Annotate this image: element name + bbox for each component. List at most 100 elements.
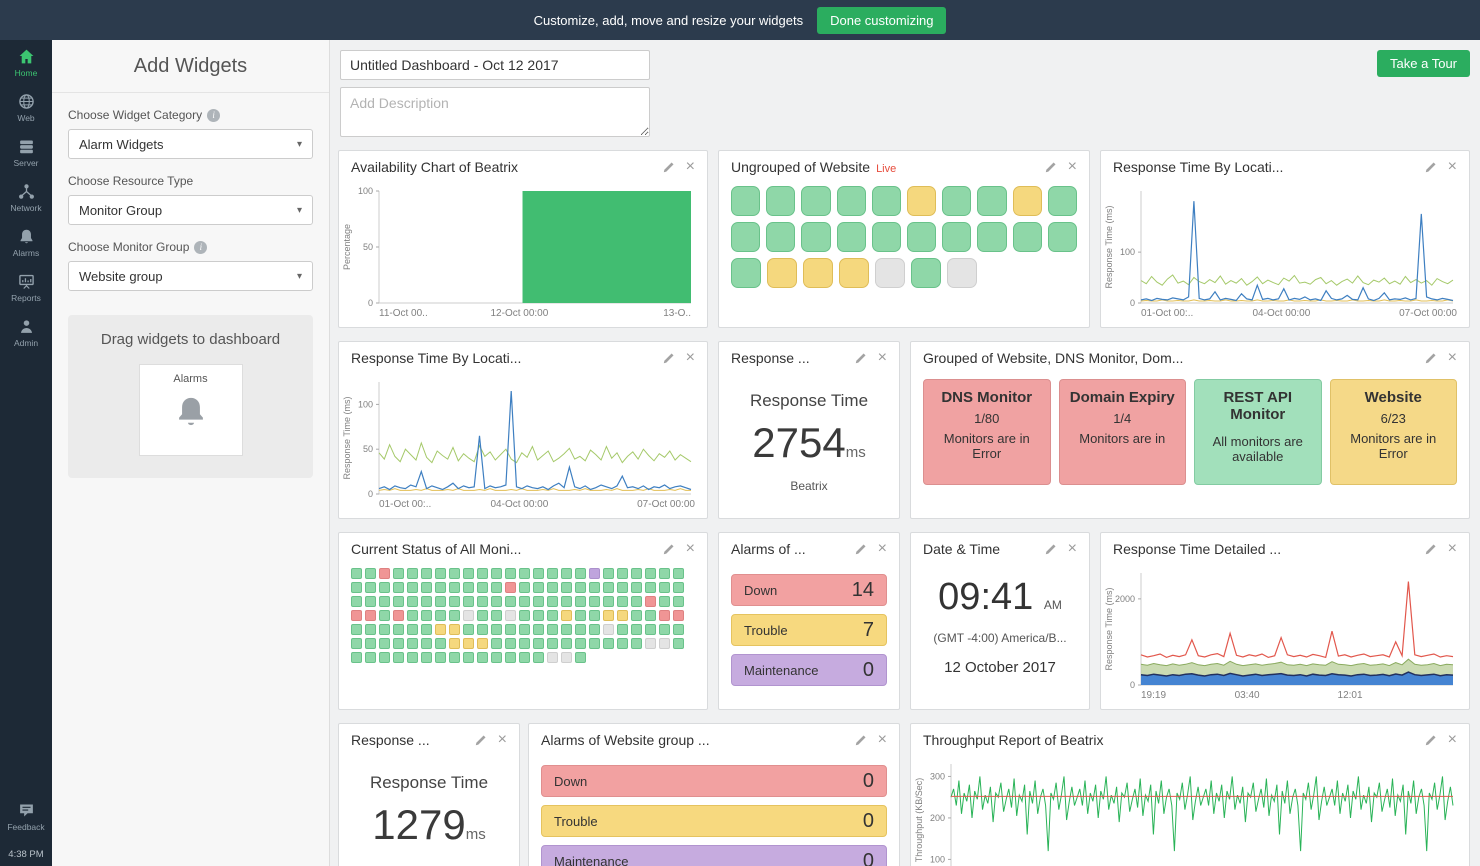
edit-widget-icon[interactable] (854, 734, 867, 747)
status-tile[interactable] (617, 638, 628, 649)
status-tile[interactable] (449, 582, 460, 593)
status-tile[interactable] (435, 610, 446, 621)
alarm-row-maintenance[interactable]: Maintenance 0 (541, 845, 887, 866)
sidebar-item-admin[interactable]: Admin (0, 310, 52, 355)
status-tile[interactable] (575, 610, 586, 621)
group-tile-rest-api-monitor[interactable]: REST API Monitor All monitors are availa… (1194, 379, 1322, 485)
status-tile[interactable] (547, 610, 558, 621)
alarm-row-down[interactable]: Down 0 (541, 765, 887, 797)
widget-response-time-by-location-1[interactable]: Response Time By Locati... × 0 100 Respons… (1100, 150, 1470, 328)
status-tile[interactable] (645, 638, 656, 649)
status-tile[interactable] (477, 652, 488, 663)
widget-response-time-by-location-2[interactable]: Response Time By Locati... × 0 50 100 Respo… (338, 341, 708, 519)
status-tile[interactable] (673, 568, 684, 579)
status-tile[interactable] (603, 596, 614, 607)
status-tile[interactable] (589, 582, 600, 593)
dashboard-description-input[interactable] (340, 87, 650, 137)
status-tile[interactable] (435, 638, 446, 649)
status-tile[interactable] (533, 596, 544, 607)
status-tile[interactable] (379, 596, 390, 607)
status-tile[interactable] (766, 222, 796, 252)
status-tile[interactable] (491, 638, 502, 649)
sidebar-item-alarms[interactable]: Alarms (0, 220, 52, 265)
widget-category-select[interactable]: Alarm Widgets ▾ (68, 129, 313, 159)
close-widget-icon[interactable]: × (1448, 159, 1457, 175)
status-tile[interactable] (839, 258, 869, 288)
status-tile[interactable] (561, 624, 572, 635)
status-tile[interactable] (617, 582, 628, 593)
close-widget-icon[interactable]: × (1068, 541, 1077, 557)
status-tile[interactable] (603, 582, 614, 593)
status-tile[interactable] (659, 568, 670, 579)
close-widget-icon[interactable]: × (498, 732, 507, 748)
status-tile[interactable] (942, 186, 972, 216)
status-tile[interactable] (519, 596, 530, 607)
status-tile[interactable] (836, 222, 866, 252)
sidebar-item-reports[interactable]: Reports (0, 265, 52, 310)
status-tile[interactable] (589, 568, 600, 579)
status-tile[interactable] (365, 638, 376, 649)
status-tile[interactable] (393, 596, 404, 607)
status-tile[interactable] (393, 610, 404, 621)
status-tile[interactable] (766, 186, 796, 216)
status-tile[interactable] (575, 596, 586, 607)
status-tile[interactable] (365, 596, 376, 607)
status-tile[interactable] (631, 568, 642, 579)
status-tile[interactable] (421, 624, 432, 635)
status-tile[interactable] (617, 610, 628, 621)
status-tile[interactable] (589, 596, 600, 607)
status-tile[interactable] (407, 596, 418, 607)
status-tile[interactable] (561, 638, 572, 649)
status-tile[interactable] (533, 568, 544, 579)
status-tile[interactable] (463, 596, 474, 607)
status-tile[interactable] (645, 624, 656, 635)
status-tile[interactable] (547, 624, 558, 635)
info-icon[interactable]: i (207, 108, 221, 122)
status-tile[interactable] (547, 638, 558, 649)
status-tile[interactable] (435, 652, 446, 663)
edit-widget-icon[interactable] (662, 352, 675, 365)
close-widget-icon[interactable]: × (686, 541, 695, 557)
status-tile[interactable] (631, 582, 642, 593)
status-tile[interactable] (533, 638, 544, 649)
status-tile[interactable] (836, 186, 866, 216)
status-tile[interactable] (575, 582, 586, 593)
status-tile[interactable] (421, 652, 432, 663)
status-tile[interactable] (561, 610, 572, 621)
close-widget-icon[interactable]: × (878, 350, 887, 366)
status-tile[interactable] (519, 624, 530, 635)
status-tile[interactable] (393, 568, 404, 579)
status-tile[interactable] (561, 568, 572, 579)
alarm-row-trouble[interactable]: Trouble 0 (541, 805, 887, 837)
status-tile[interactable] (561, 652, 572, 663)
info-icon[interactable]: i (194, 240, 208, 254)
group-tile-domain-expiry[interactable]: Domain Expiry 1/4 Monitors are in (1058, 379, 1186, 485)
status-tile[interactable] (875, 258, 905, 288)
status-tile[interactable] (435, 624, 446, 635)
status-tile[interactable] (351, 638, 362, 649)
status-tile[interactable] (977, 186, 1007, 216)
done-customizing-button[interactable]: Done customizing (817, 6, 947, 34)
status-tile[interactable] (947, 258, 977, 288)
widget-grouped-monitors[interactable]: Grouped of Website, DNS Monitor, Dom... … (910, 341, 1470, 519)
status-tile[interactable] (871, 186, 902, 216)
close-widget-icon[interactable]: × (1448, 350, 1457, 366)
status-tile[interactable] (589, 624, 600, 635)
status-tile[interactable] (421, 568, 432, 579)
status-tile[interactable] (477, 610, 488, 621)
status-tile[interactable] (421, 582, 432, 593)
status-tile[interactable] (477, 582, 488, 593)
status-tile[interactable] (505, 582, 516, 593)
status-tile[interactable] (631, 624, 642, 635)
status-tile[interactable] (533, 610, 544, 621)
status-tile[interactable] (407, 582, 418, 593)
status-tile[interactable] (1012, 222, 1042, 252)
widget-response-time-number-2[interactable]: Response ... × Response Time 1279ms (338, 723, 520, 866)
status-tile[interactable] (435, 596, 446, 607)
sidebar-item-feedback[interactable]: Feedback (0, 794, 52, 839)
status-tile[interactable] (547, 582, 558, 593)
edit-widget-icon[interactable] (474, 734, 487, 747)
status-tile[interactable] (631, 596, 642, 607)
status-tile[interactable] (365, 582, 376, 593)
status-tile[interactable] (907, 186, 937, 216)
